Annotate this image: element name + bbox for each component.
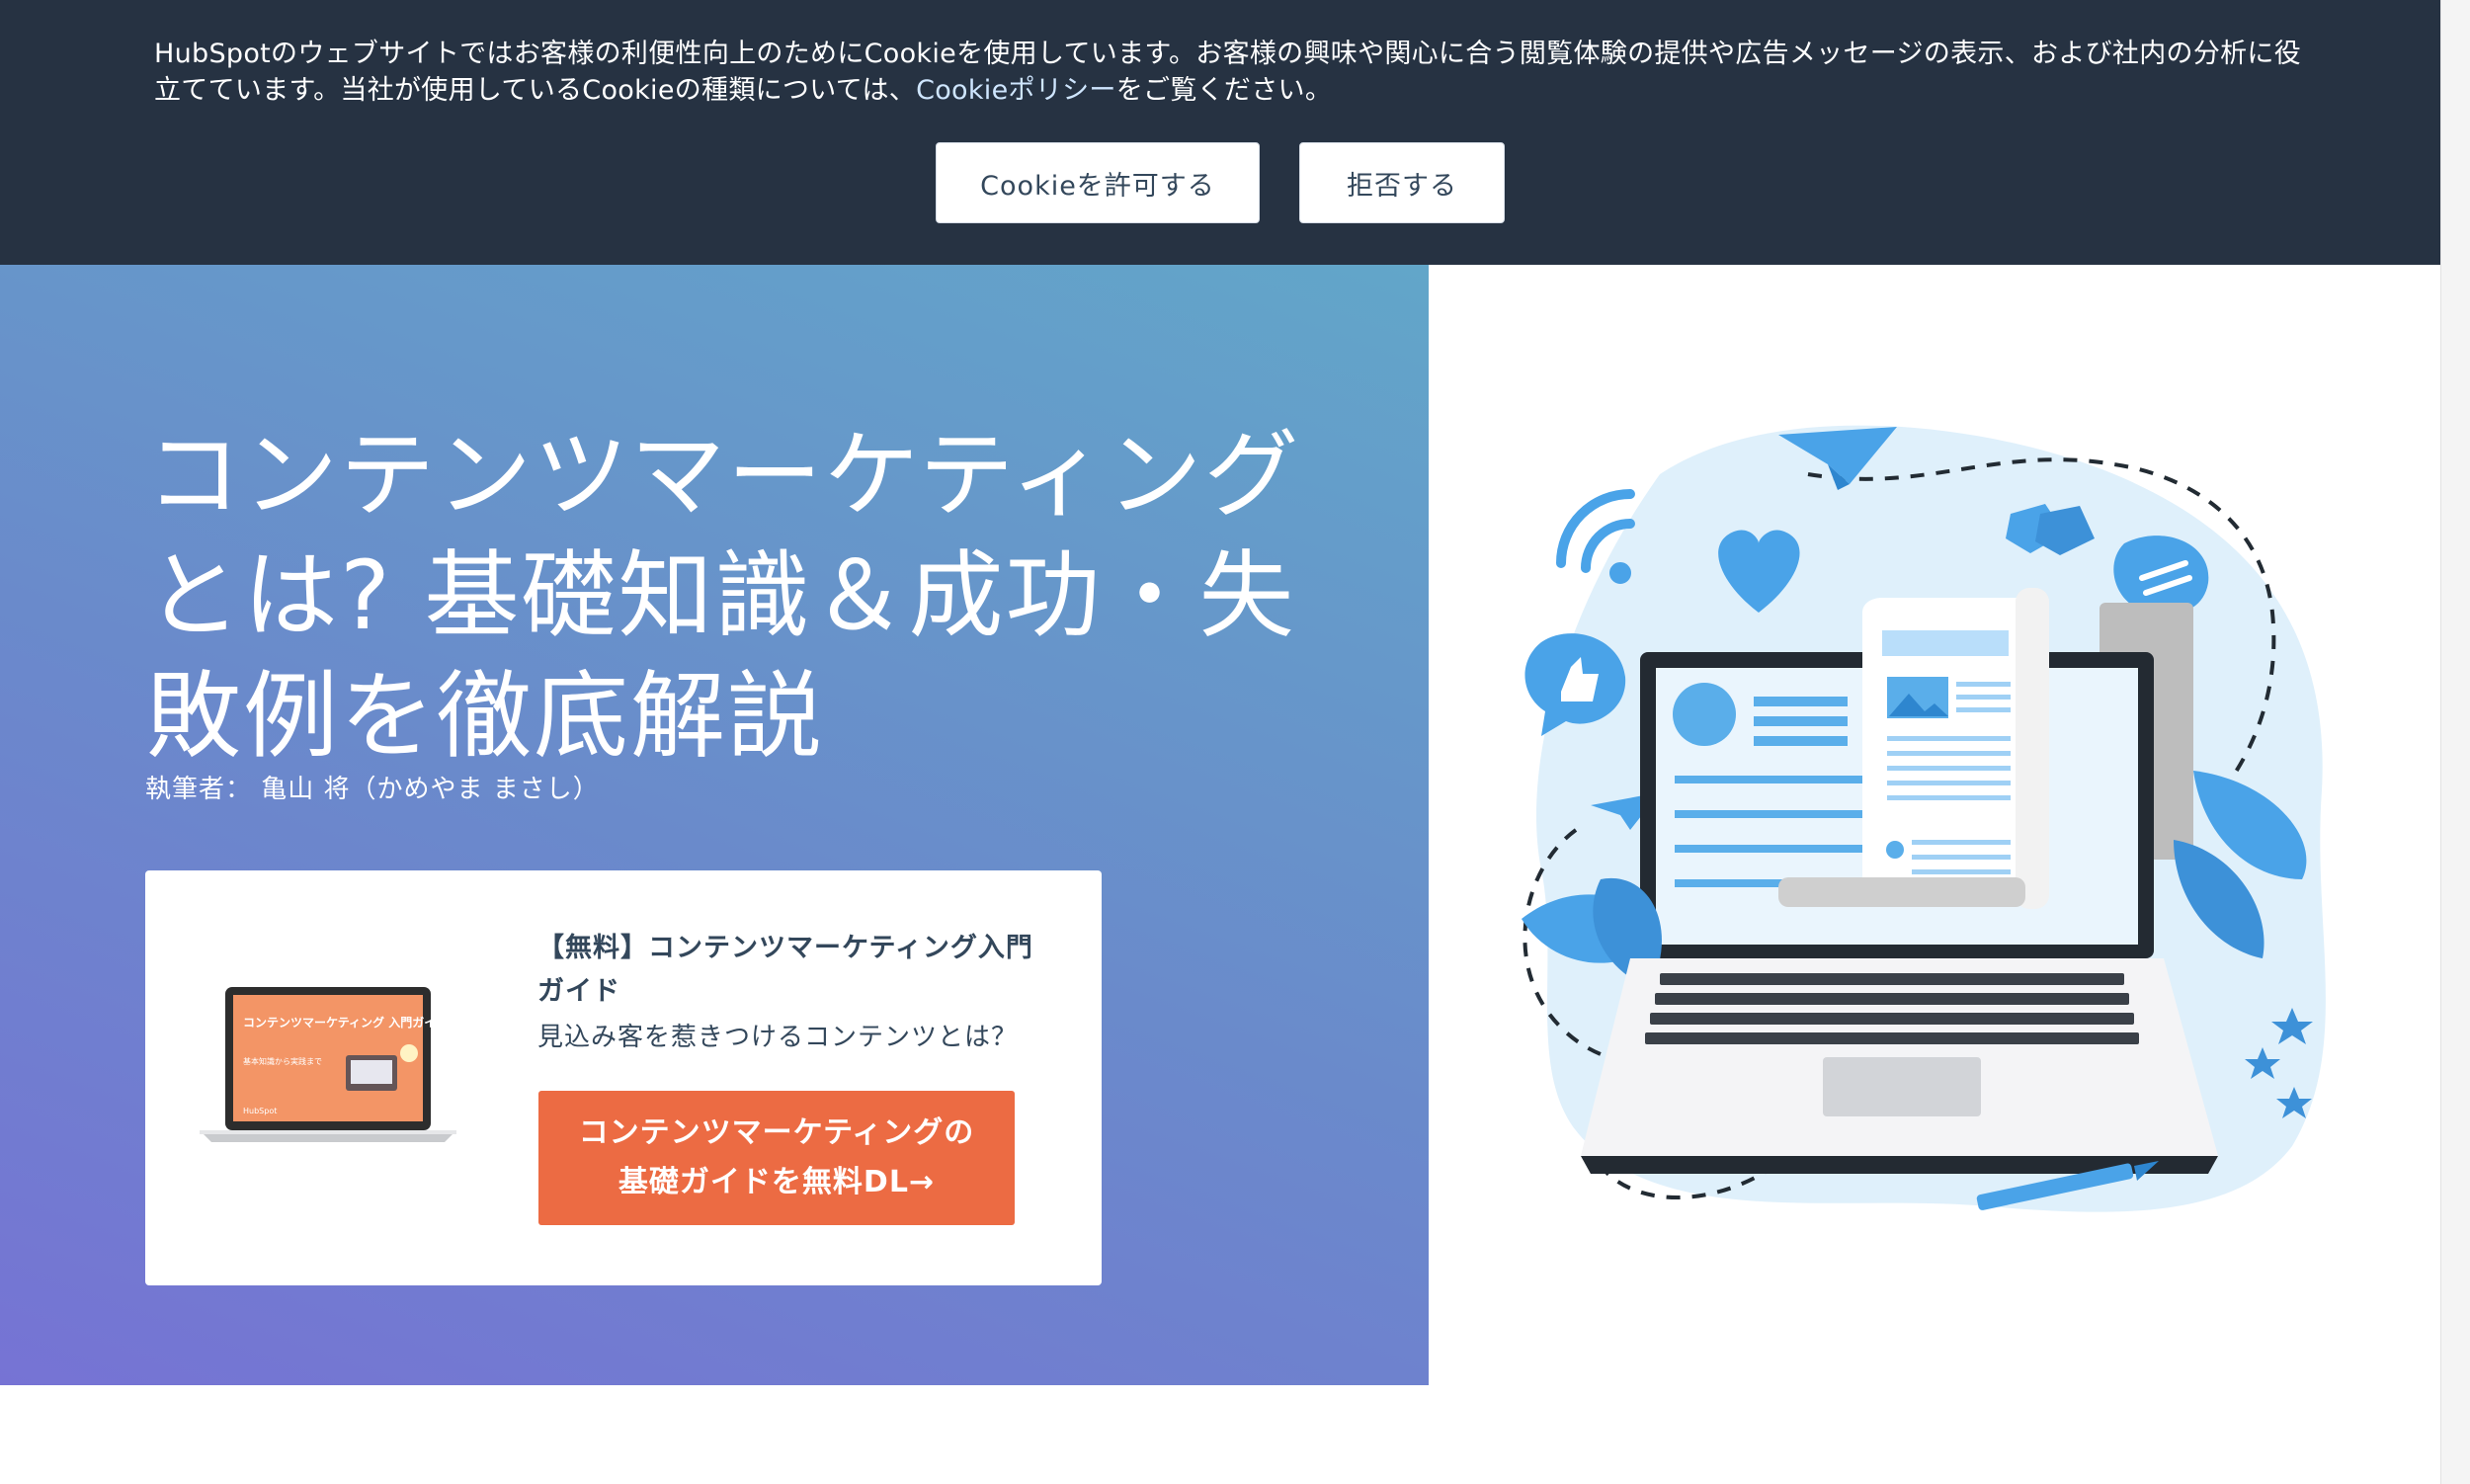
decline-cookies-button[interactable]: 拒否する: [1299, 142, 1505, 223]
laptop-content-illustration: [1522, 425, 2326, 1212]
ebook-cta-card: コンテンツマーケティング 入門ガイド2021 基本知識から実践まで HubSpo…: [145, 870, 1102, 1285]
download-guide-label: コンテンツマーケティングの基礎ガイドを無料DL→: [578, 1115, 975, 1199]
cookie-policy-link[interactable]: Cookieポリシー: [916, 75, 1116, 106]
page-scrollbar[interactable]: [2440, 0, 2470, 1484]
thumb-subtitle: 基本知識から実践まで: [243, 1056, 322, 1066]
accept-cookies-button[interactable]: Cookieを許可する: [936, 142, 1260, 223]
cookie-message: HubSpotのウェブサイトではお客様の利便性向上のためにCookieを使用して…: [154, 36, 2328, 109]
thumb-brand: HubSpot: [243, 1107, 277, 1115]
page-title: コンテンツマーケティングとは? 基礎知識＆成功・失敗例を徹底解説: [146, 420, 1301, 772]
cookie-banner: HubSpotのウェブサイトではお客様の利便性向上のためにCookieを使用して…: [0, 0, 2440, 265]
download-guide-button[interactable]: コンテンツマーケティングの基礎ガイドを無料DL→: [538, 1091, 1015, 1225]
ebook-laptop-thumbnail[interactable]: コンテンツマーケティング 入門ガイド2021 基本知識から実践まで HubSpo…: [200, 982, 456, 1145]
thumb-title: コンテンツマーケティング 入門ガイド2021: [243, 1015, 456, 1030]
ebook-description: 見込み客を惹きつけるコンテンツとは？: [537, 1023, 1019, 1052]
author-byline: 執筆者： 亀山 将（かめやま まさし）: [145, 775, 600, 804]
cookie-message-suffix: をご覧ください。: [1115, 75, 1333, 106]
wifi-icon: [1556, 489, 1635, 584]
ebook-title: 【無料】コンテンツマーケティング入門ガイド: [537, 933, 1033, 1007]
